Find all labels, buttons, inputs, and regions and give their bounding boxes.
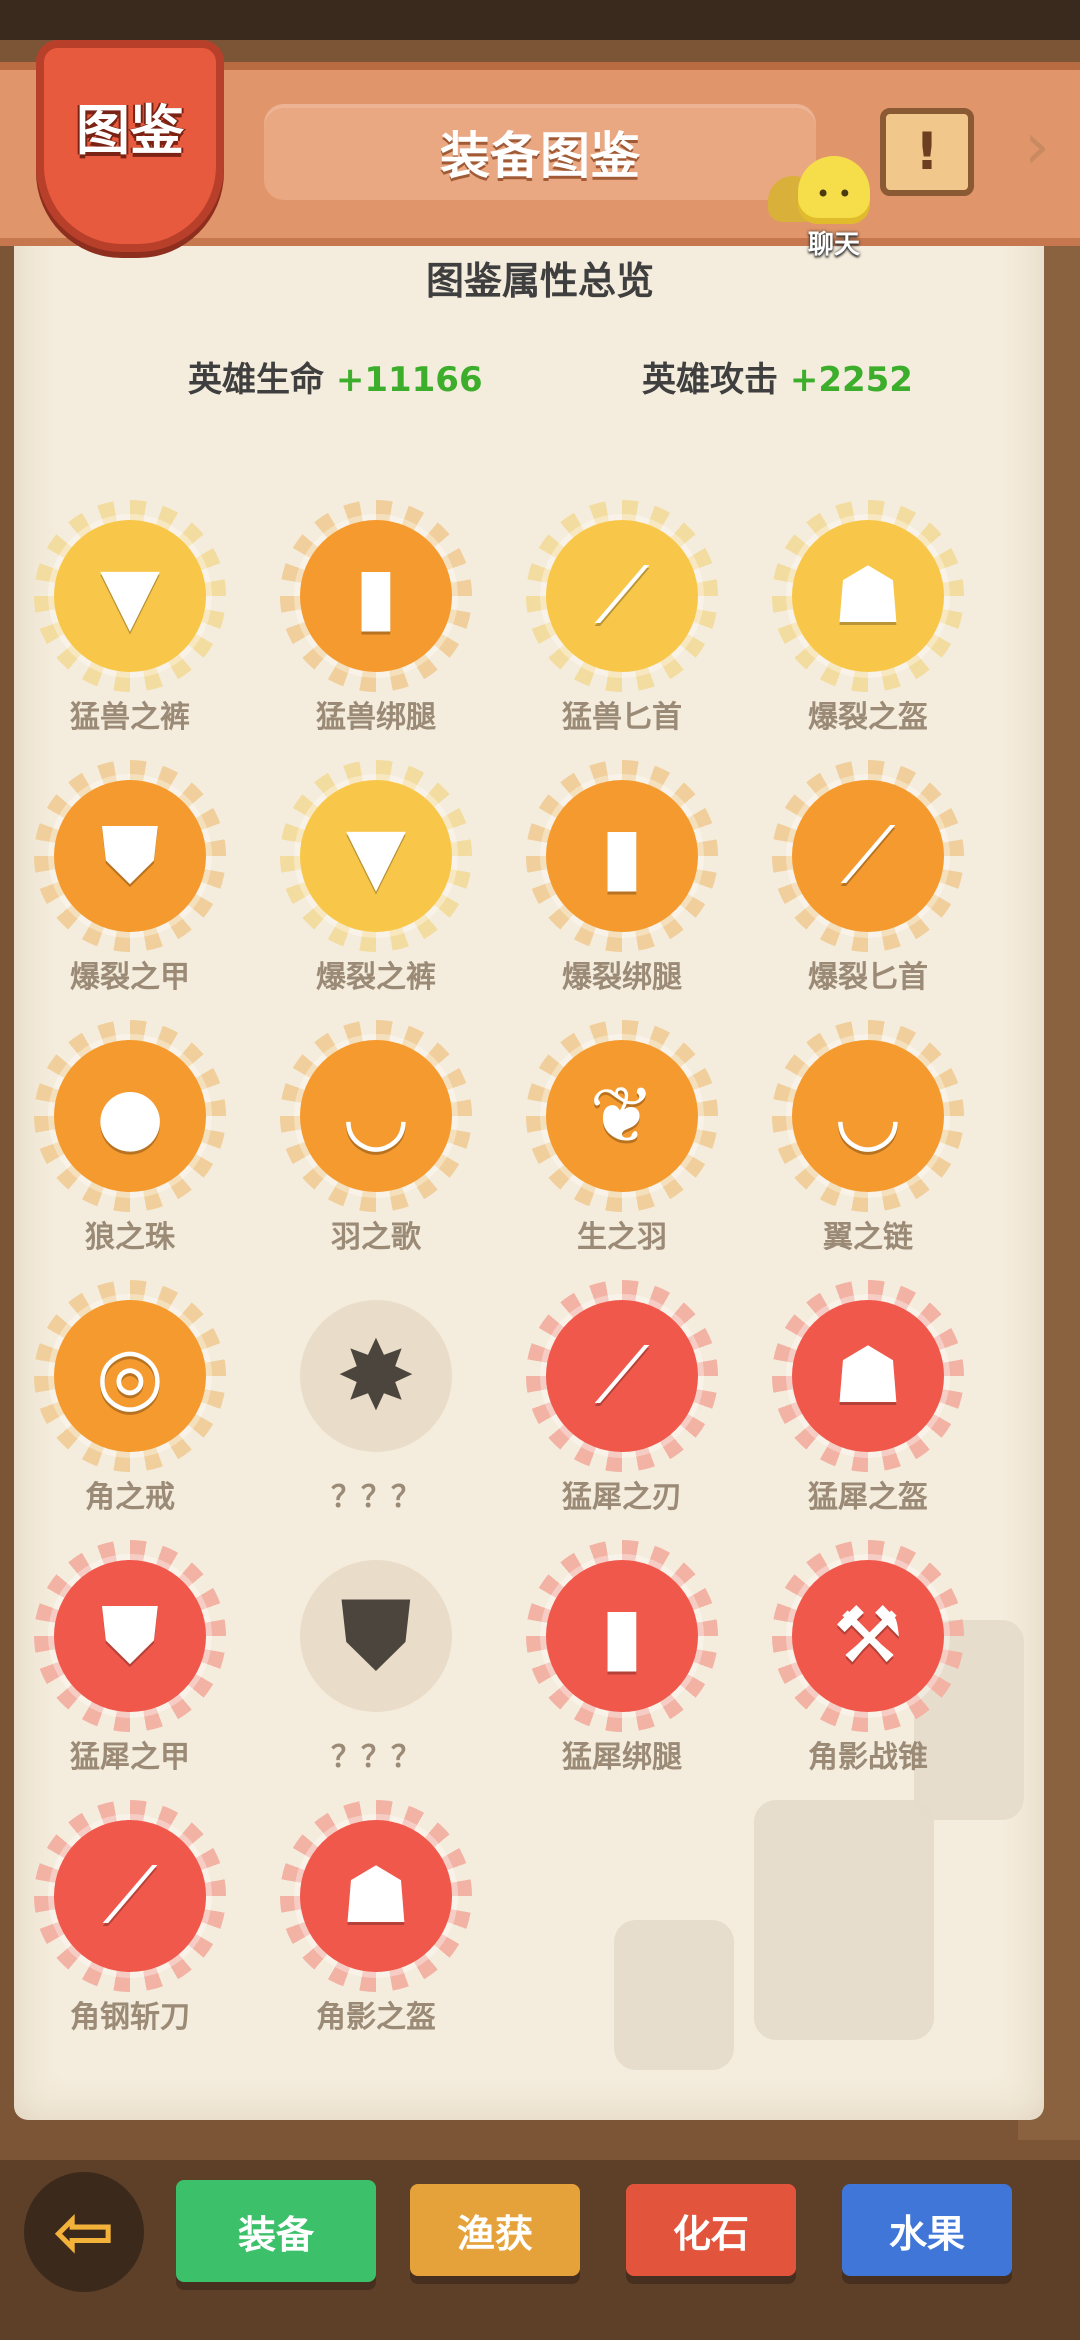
codex-badge: 图鉴: [36, 40, 224, 252]
item-name: 猛犀之甲: [70, 1740, 190, 1775]
item-card[interactable]: ▮ 猛犀绑腿: [502, 1540, 742, 1790]
item-name: 爆裂匕首: [808, 960, 928, 995]
armor-icon: ⛊: [100, 810, 160, 901]
item-name: 角影战锥: [808, 1740, 928, 1775]
item-card[interactable]: ◎ 角之戒: [10, 1280, 250, 1530]
tab-fruit[interactable]: 水果: [842, 2184, 1012, 2276]
item-card[interactable]: ☗ 爆裂之盔: [748, 500, 988, 750]
item-card[interactable]: ❦ 生之羽: [502, 1020, 742, 1270]
locked-item-icon: ⛊: [340, 1579, 412, 1691]
hammer-icon: ⚒: [833, 1591, 903, 1681]
hp-label: 英雄生命: [188, 360, 324, 400]
ring-icon: ◎: [95, 1331, 165, 1421]
atk-label: 英雄攻击: [642, 360, 778, 400]
item-name: ？？？: [331, 1740, 421, 1775]
hero-hp-stat: 英雄生命 +11166: [188, 352, 483, 401]
page-title: 装备图鉴: [264, 104, 816, 200]
item-card[interactable]: ▮ 爆裂绑腿: [502, 760, 742, 1010]
dagger-icon: ⟋: [594, 550, 650, 641]
item-name: 猛兽之裤: [70, 700, 190, 735]
dagger-icon: ⟋: [840, 810, 896, 901]
item-name: 羽之歌: [331, 1220, 421, 1255]
locked-item-icon: ✸: [335, 1320, 417, 1432]
chevron-right-icon[interactable]: ›: [1012, 112, 1062, 182]
item-name: 角影之盔: [316, 2000, 436, 2035]
item-name: 猛兽匕首: [562, 700, 682, 735]
scroll-info-button[interactable]: !: [880, 108, 974, 196]
item-card[interactable]: ▮ 猛兽绑腿: [256, 500, 496, 750]
blade-icon: ⟋: [102, 1850, 158, 1941]
back-button[interactable]: ⇦: [24, 2172, 144, 2292]
exclamation-icon: !: [915, 122, 939, 182]
atk-value: +2252: [789, 360, 913, 400]
pants-icon: ▼: [346, 811, 406, 901]
item-name: 角钢斩刀: [70, 2000, 190, 2035]
leggings-icon: ▮: [600, 811, 644, 901]
helmet-icon: ☗: [833, 551, 903, 641]
necklace-icon: ◡: [341, 1071, 411, 1161]
item-card[interactable]: ☗ 角影之盔: [256, 1800, 496, 2050]
item-card[interactable]: ☗ 猛犀之盔: [748, 1280, 988, 1530]
codex-badge-label: 图鉴: [76, 99, 184, 162]
orb-icon: ●: [95, 1071, 165, 1161]
necklace-icon: ◡: [833, 1071, 903, 1161]
tab-fossil[interactable]: 化石: [626, 2184, 796, 2276]
pants-icon: ▼: [100, 551, 160, 641]
item-card[interactable]: ▼ 猛兽之裤: [10, 500, 250, 750]
hp-value: +11166: [335, 360, 483, 400]
item-card[interactable]: ▼ 爆裂之裤: [256, 760, 496, 1010]
back-arrow-icon: ⇦: [52, 2189, 115, 2275]
helmet-icon: ☗: [833, 1331, 903, 1421]
leggings-icon: ▮: [354, 551, 398, 641]
decor-rock: [754, 1800, 934, 2040]
item-card[interactable]: ⛊ 猛犀之甲: [10, 1540, 250, 1790]
item-name: 猛兽绑腿: [316, 700, 436, 735]
item-card[interactable]: ⛊ 爆裂之甲: [10, 760, 250, 1010]
item-name: 猛犀之盔: [808, 1480, 928, 1515]
mascot-face-icon: • •: [816, 180, 852, 208]
item-card[interactable]: ◡ 羽之歌: [256, 1020, 496, 1270]
hero-atk-stat: 英雄攻击 +2252: [642, 352, 913, 401]
item-card[interactable]: ⟋ 角钢斩刀: [10, 1800, 250, 2050]
item-name: 爆裂之甲: [70, 960, 190, 995]
decor-rock: [614, 1920, 734, 2070]
armor-icon: ⛊: [100, 1590, 160, 1681]
item-name: 猛犀绑腿: [562, 1740, 682, 1775]
overview-title: 图鉴属性总览: [425, 259, 654, 303]
tab-catch[interactable]: 渔获: [410, 2184, 580, 2276]
item-name: 角之戒: [85, 1480, 175, 1515]
helmet-icon: ☗: [341, 1851, 411, 1941]
tab-equipment[interactable]: 装备: [176, 2180, 376, 2282]
item-name: 狼之珠: [85, 1220, 175, 1255]
item-name: 生之羽: [577, 1220, 667, 1255]
item-card[interactable]: ⛊ ？？？: [256, 1540, 496, 1790]
item-card[interactable]: ⟋ 爆裂匕首: [748, 760, 988, 1010]
item-card[interactable]: ✸ ？？？: [256, 1280, 496, 1530]
item-name: 爆裂之盔: [808, 700, 928, 735]
item-card[interactable]: ● 狼之珠: [10, 1020, 250, 1270]
leggings-icon: ▮: [600, 1591, 644, 1681]
item-name: 翼之链: [823, 1220, 913, 1255]
item-card[interactable]: ⚒ 角影战锥: [748, 1540, 988, 1790]
item-card[interactable]: ⟋ 猛犀之刃: [502, 1280, 742, 1530]
item-name: 猛犀之刃: [562, 1480, 682, 1515]
item-name: 爆裂绑腿: [562, 960, 682, 995]
sword-icon: ⟋: [594, 1330, 650, 1421]
item-card[interactable]: ⟋ 猛兽匕首: [502, 500, 742, 750]
feather-icon: ❦: [589, 1071, 655, 1161]
item-card[interactable]: ◡ 翼之链: [748, 1020, 988, 1270]
item-name: ？？？: [331, 1480, 421, 1515]
item-name: 爆裂之裤: [316, 960, 436, 995]
